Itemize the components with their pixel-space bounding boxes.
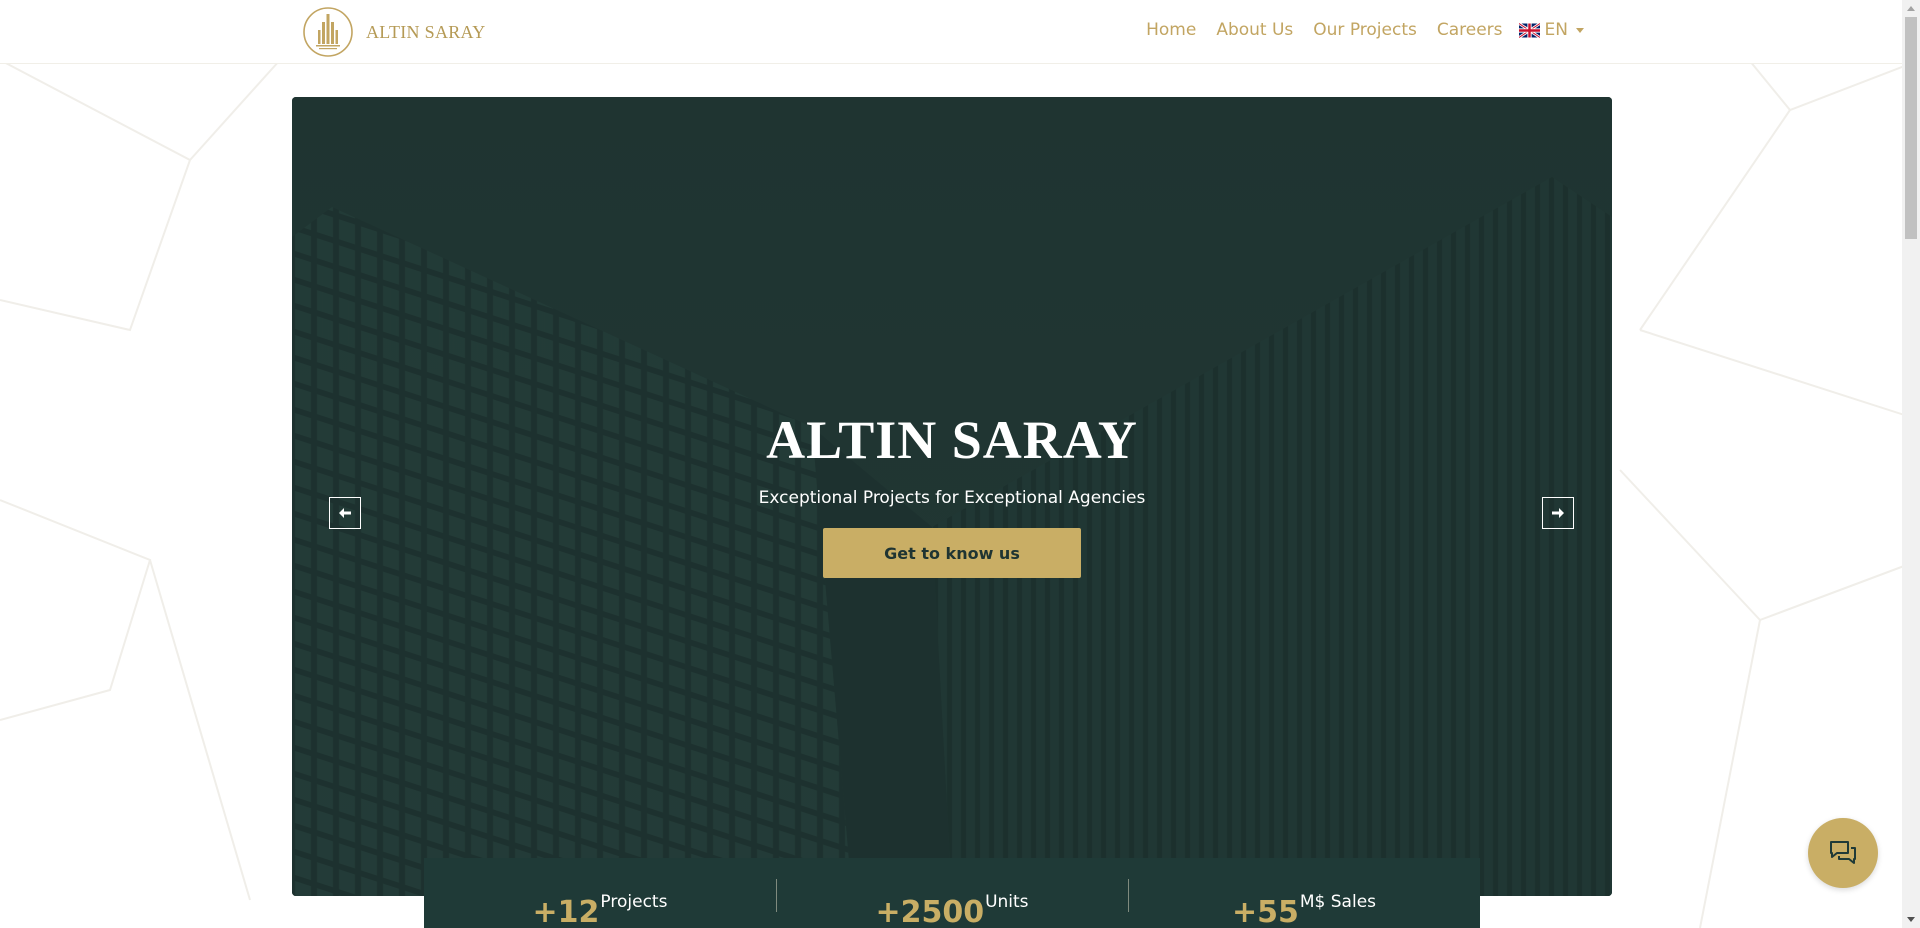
get-to-know-us-button[interactable]: Get to know us [823,528,1081,578]
site-header: ALTIN SARAY Home About Us Our Projects C… [0,0,1902,64]
language-label: EN [1544,20,1568,40]
nav-our-projects[interactable]: Our Projects [1313,20,1417,40]
nav-home[interactable]: Home [1146,20,1196,40]
logo-icon [303,7,353,57]
arrow-right-icon [1552,508,1564,518]
uk-flag-icon [1518,22,1540,38]
stat-label: Units [985,892,1029,912]
scroll-down-button[interactable] [1902,911,1920,928]
language-selector[interactable]: EN [1518,20,1584,40]
carousel-next-button[interactable] [1542,497,1574,529]
logo-text: ALTIN SARAY [366,21,486,42]
chat-button[interactable] [1808,818,1878,888]
hero-carousel: ALTIN SARAY Exceptional Projects for Exc… [292,97,1612,896]
arrow-left-icon [339,508,351,518]
stat-number: +55 [1231,895,1299,928]
vertical-scrollbar[interactable] [1902,0,1920,928]
stat-number: +2500 [875,895,985,928]
main-nav: Home About Us Our Projects Careers EN [1126,20,1584,40]
scroll-down-icon [1907,917,1915,922]
hero-title: ALTIN SARAY [766,410,1138,470]
stat-number: +12 [532,895,600,928]
stat-sales: +55 M$ Sales [1128,858,1480,928]
stats-bar: +12 Projects +2500 Units +55 M$ Sales [424,858,1480,928]
stat-projects: +12 Projects [424,858,776,928]
stat-label: M$ Sales [1299,892,1377,912]
carousel-prev-button[interactable] [329,497,361,529]
hero-subtitle: Exceptional Projects for Exceptional Age… [758,488,1146,508]
stat-units: +2500 Units [776,858,1128,928]
nav-careers[interactable]: Careers [1437,20,1503,40]
chat-icon [1830,841,1856,864]
scroll-up-icon [1907,6,1915,11]
stat-label: Projects [600,892,668,912]
logo[interactable]: ALTIN SARAY [302,6,486,58]
nav-about-us[interactable]: About Us [1216,20,1293,40]
scrollbar-thumb[interactable] [1905,17,1917,239]
scroll-up-button[interactable] [1902,0,1920,17]
chevron-down-icon [1576,27,1584,33]
